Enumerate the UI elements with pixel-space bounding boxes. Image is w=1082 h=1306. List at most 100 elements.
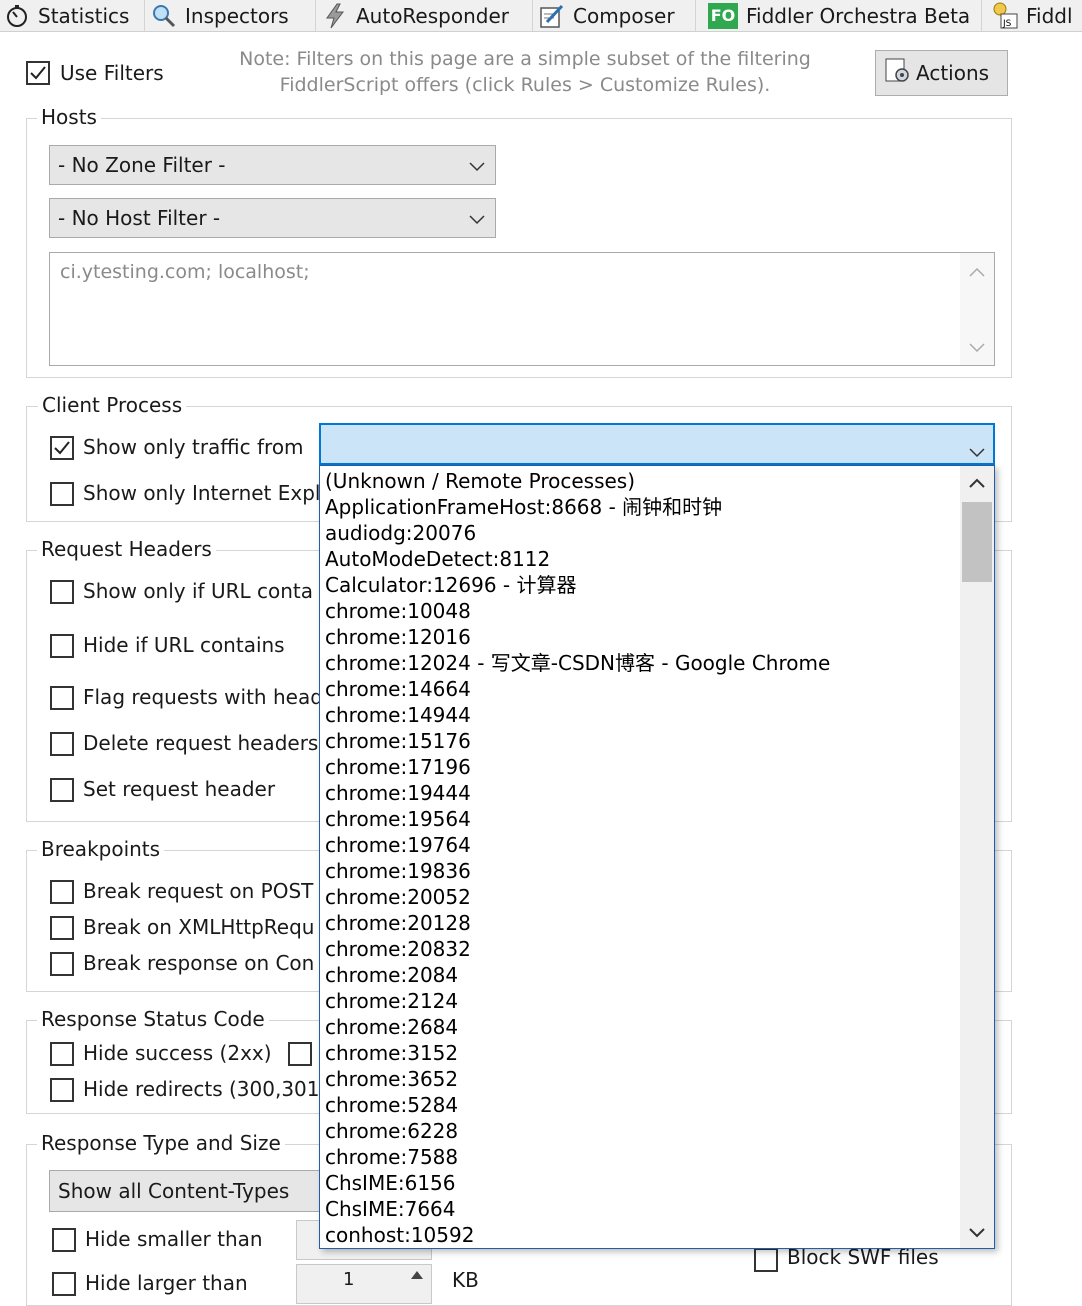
process-option[interactable]: chrome:2084 <box>325 962 830 988</box>
tab-label: Fiddl <box>1026 3 1073 28</box>
process-option[interactable]: chrome:10048 <box>325 598 830 624</box>
set-header-checkbox[interactable] <box>50 778 74 802</box>
fiddler-orchestra-icon: FO <box>708 2 738 29</box>
composer-edit-icon <box>539 3 565 29</box>
hide-url-checkbox[interactable] <box>50 634 74 658</box>
process-select[interactable] <box>319 423 995 465</box>
response-status-legend: Response Status Code <box>37 1007 269 1031</box>
process-dropdown-list[interactable]: (Unknown / Remote Processes) ApplicationF… <box>319 465 995 1249</box>
process-option[interactable]: AutoModeDetect:8112 <box>325 546 830 572</box>
tab-inspectors[interactable]: Inspectors <box>145 0 316 31</box>
process-option[interactable]: chrome:17196 <box>325 754 830 780</box>
process-option[interactable]: chrome:19444 <box>325 780 830 806</box>
set-header-label: Set request header <box>83 777 276 801</box>
host-list-textarea[interactable]: ci.ytesting.com; localhost; <box>49 252 995 366</box>
show-only-ie-checkbox[interactable] <box>50 482 74 506</box>
scroll-down-icon[interactable] <box>969 343 985 353</box>
tab-label: Inspectors <box>185 3 289 28</box>
process-option[interactable]: chrome:12016 <box>325 624 830 650</box>
zone-filter-value: - No Zone Filter - <box>58 153 226 177</box>
chevron-down-icon <box>969 439 985 463</box>
filters-note: Note: Filters on this page are a simple … <box>239 48 811 96</box>
show-only-url-checkbox[interactable] <box>50 580 74 604</box>
tab-autoresponder[interactable]: AutoResponder <box>316 0 533 31</box>
process-option[interactable]: chrome:3652 <box>325 1066 830 1092</box>
scroll-up-icon[interactable] <box>969 478 985 488</box>
process-option[interactable]: chrome:15176 <box>325 728 830 754</box>
hide-redirects-checkbox[interactable] <box>50 1078 74 1102</box>
host-filter-select[interactable]: - No Host Filter - <box>49 198 496 238</box>
process-option[interactable]: ChsIME:7664 <box>325 1196 830 1222</box>
process-option[interactable]: chrome:19564 <box>325 806 830 832</box>
hide-success-label: Hide success (2xx) <box>83 1041 272 1065</box>
process-option[interactable]: chrome:3152 <box>325 1040 830 1066</box>
process-option[interactable]: chrome:20128 <box>325 910 830 936</box>
break-xhr-label: Break on XMLHttpRequ <box>83 915 315 939</box>
spin-up-icon[interactable] <box>411 1271 423 1279</box>
host-list-text: ci.ytesting.com; localhost; <box>60 261 310 283</box>
content-types-select[interactable]: Show all Content-Types <box>49 1170 349 1212</box>
flag-requests-checkbox[interactable] <box>50 686 74 710</box>
request-headers-legend: Request Headers <box>37 537 216 561</box>
actions-button[interactable]: Actions <box>875 50 1008 96</box>
block-swf-checkbox[interactable] <box>754 1248 778 1272</box>
tab-label: Composer <box>573 3 675 28</box>
host-list-scrollbar[interactable] <box>960 253 994 365</box>
process-option[interactable]: Calculator:12696 - 计算器 <box>325 572 830 598</box>
hide-larger-checkbox[interactable] <box>52 1272 76 1296</box>
process-option[interactable]: chrome:14664 <box>325 676 830 702</box>
hide-non-2xx-checkbox[interactable] <box>288 1042 312 1066</box>
break-post-checkbox[interactable] <box>50 880 74 904</box>
process-option[interactable]: conhost:10592 <box>325 1222 830 1248</box>
delete-headers-checkbox[interactable] <box>50 732 74 756</box>
use-filters-checkbox[interactable] <box>26 61 50 85</box>
tab-fiddlerscript[interactable]: JS Fiddl <box>982 0 1082 31</box>
process-option[interactable]: chrome:2684 <box>325 1014 830 1040</box>
process-option[interactable]: ApplicationFrameHost:8668 - 闹钟和时钟 <box>325 494 830 520</box>
break-response-checkbox[interactable] <box>50 952 74 976</box>
zone-filter-select[interactable]: - No Zone Filter - <box>49 145 496 185</box>
scrollbar-thumb[interactable] <box>962 502 992 582</box>
break-response-label: Break response on Con <box>83 951 315 975</box>
stopwatch-icon <box>4 3 30 29</box>
process-option[interactable]: chrome:19836 <box>325 858 830 884</box>
scroll-down-icon[interactable] <box>969 1228 985 1238</box>
process-option[interactable]: audiodg:20076 <box>325 520 830 546</box>
hosts-legend: Hosts <box>37 105 101 129</box>
process-option[interactable]: chrome:6228 <box>325 1118 830 1144</box>
actions-gear-icon <box>884 57 912 90</box>
chevron-down-icon <box>469 153 485 177</box>
process-option[interactable]: chrome:5284 <box>325 1092 830 1118</box>
process-list-scrollbar[interactable] <box>960 466 994 1248</box>
tab-label: AutoResponder <box>356 3 509 28</box>
content-types-value: Show all Content-Types <box>58 1179 290 1203</box>
client-process-legend: Client Process <box>38 393 187 417</box>
break-post-label: Break request on POST <box>83 879 314 903</box>
process-option[interactable]: chrome:12024 - 写文章-CSDN博客 - Google Chrom… <box>325 650 830 676</box>
process-option[interactable]: chrome:14944 <box>325 702 830 728</box>
tab-statistics[interactable]: Statistics <box>0 0 145 31</box>
use-filters-label: Use Filters <box>60 61 164 85</box>
process-option[interactable]: chrome:19764 <box>325 832 830 858</box>
tab-label: Fiddler Orchestra Beta <box>746 3 971 28</box>
breakpoints-legend: Breakpoints <box>37 837 165 861</box>
hide-larger-stepper[interactable]: 1 <box>296 1264 432 1304</box>
tab-label: Statistics <box>38 3 130 28</box>
process-option[interactable]: chrome:2124 <box>325 988 830 1014</box>
break-xhr-checkbox[interactable] <box>50 916 74 940</box>
process-option[interactable]: (Unknown / Remote Processes) <box>325 468 830 494</box>
process-option[interactable]: chrome:20052 <box>325 884 830 910</box>
scroll-up-icon[interactable] <box>969 267 985 277</box>
svg-text:JS: JS <box>1002 19 1012 29</box>
process-items: (Unknown / Remote Processes) ApplicationF… <box>325 468 830 1248</box>
tab-composer[interactable]: Composer <box>533 0 696 31</box>
process-option[interactable]: chrome:20832 <box>325 936 830 962</box>
process-option[interactable]: ChsIME:6156 <box>325 1170 830 1196</box>
hide-smaller-checkbox[interactable] <box>52 1228 76 1252</box>
tab-strip: Statistics Inspectors AutoResponder Comp… <box>0 0 1082 32</box>
process-option[interactable]: chrome:7588 <box>325 1144 830 1170</box>
hide-success-checkbox[interactable] <box>50 1042 74 1066</box>
show-only-traffic-from-checkbox[interactable] <box>50 436 74 460</box>
magnifier-icon <box>151 3 177 29</box>
tab-fiddler-orchestra[interactable]: FO Fiddler Orchestra Beta <box>696 0 982 31</box>
